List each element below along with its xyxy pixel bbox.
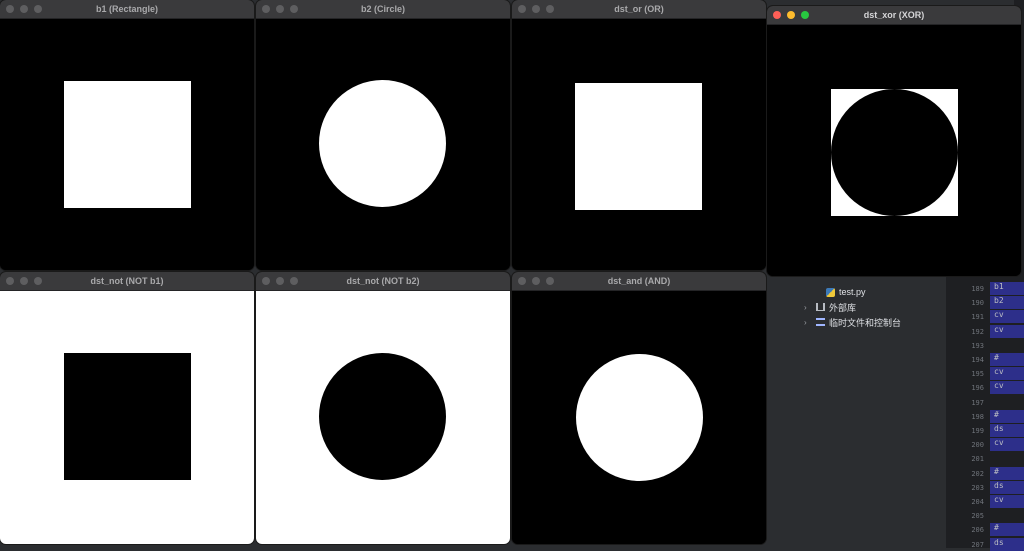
window-dst-xor-xor[interactable]: dst_xor (XOR)	[767, 6, 1021, 276]
code-line[interactable]: cv	[990, 367, 1024, 381]
code-line[interactable]	[990, 396, 1024, 409]
code-line[interactable]: cv	[990, 495, 1024, 508]
tree-item-label: test.py	[839, 287, 866, 297]
image-canvas	[512, 291, 766, 544]
python-file-icon	[826, 287, 835, 297]
code-line[interactable]: ds	[990, 424, 1024, 437]
window-title: dst_xor (XOR)	[863, 10, 925, 20]
line-number: 203	[971, 483, 984, 492]
window-b1-rectangle[interactable]: b1 (Rectangle)	[0, 0, 254, 270]
window-title: dst_or (OR)	[614, 4, 664, 14]
line-number-gutter: 189 190 191 192 193 194 195 196 197 198 199 200 201 2…	[946, 268, 990, 549]
window-title: dst_not (NOT b2)	[346, 276, 420, 286]
code-line[interactable]: #	[990, 523, 1024, 537]
library-icon	[816, 303, 825, 311]
window-title-bar[interactable]: b2 (Circle)	[256, 0, 510, 19]
tree-item-label: 临时文件和控制台	[829, 317, 902, 328]
line-number: 201	[971, 455, 984, 464]
window-title: b1 (Rectangle)	[95, 4, 158, 14]
window-title-bar[interactable]: dst_not (NOT b2)	[256, 272, 510, 291]
window-title-bar[interactable]: dst_xor (XOR)	[767, 6, 1021, 25]
line-number: 206	[971, 526, 984, 535]
circle-shape	[831, 89, 958, 216]
image-canvas	[512, 19, 766, 270]
code-line[interactable]: cv	[990, 381, 1024, 395]
line-number: 194	[971, 356, 984, 364]
tree-item-label: 外部库	[829, 302, 857, 313]
tree-item-external-libs[interactable]: › 外部库	[804, 299, 856, 315]
window-title-bar[interactable]: dst_not (NOT b1)	[0, 272, 254, 291]
circle-shape	[319, 353, 446, 480]
rectangle-shape	[575, 83, 702, 210]
console-icon	[816, 318, 825, 326]
code-line[interactable]	[990, 452, 1024, 465]
line-number: 204	[971, 498, 984, 506]
code-line[interactable]: b1	[990, 282, 1024, 295]
line-number: 199	[971, 427, 984, 435]
project-tree: test.py › 外部库 › 临时文件和控制台	[766, 268, 946, 548]
window-dst-and-and[interactable]: dst_and (AND)	[512, 272, 766, 544]
window-dst-not-not-b2[interactable]: dst_not (NOT b2)	[256, 272, 510, 544]
line-number: 207	[971, 540, 984, 549]
line-number: 190	[971, 299, 984, 308]
rectangle-shape	[64, 81, 191, 208]
ide-background: test.py › 外部库 › 临时文件和控制台 189 190 191 192 193…	[766, 268, 1024, 551]
code-line[interactable]	[990, 339, 1024, 352]
image-canvas	[0, 291, 254, 544]
code-line[interactable]: cv	[990, 324, 1024, 338]
window-title: dst_not (NOT b1)	[90, 276, 164, 286]
image-canvas	[256, 291, 510, 544]
tree-item-test-py[interactable]: test.py	[826, 284, 866, 300]
circle-shape	[319, 80, 446, 207]
code-line[interactable]: #	[990, 466, 1024, 480]
line-number: 196	[971, 384, 984, 393]
code-line[interactable]: cv	[990, 438, 1024, 452]
circle-shape	[576, 354, 703, 481]
window-dst-not-not-b1[interactable]: dst_not (NOT b1)	[0, 272, 254, 544]
code-editor[interactable]: b1 b2 cv cv # cv cv # ds cv # ds cv # ds	[990, 268, 1024, 551]
chevron-right-icon[interactable]: ›	[804, 318, 812, 327]
window-dst-or-or[interactable]: dst_or (OR)	[512, 0, 766, 270]
image-canvas	[767, 25, 1021, 276]
line-number: 191	[971, 313, 984, 322]
line-number: 200	[971, 441, 984, 450]
code-line[interactable]: ds	[990, 537, 1024, 551]
line-number: 189	[971, 285, 984, 293]
window-title-bar[interactable]: dst_and (AND)	[512, 272, 766, 291]
window-title: b2 (Circle)	[360, 4, 405, 14]
line-number: 193	[971, 341, 984, 350]
code-line[interactable]: cv	[990, 310, 1024, 324]
image-canvas	[256, 19, 510, 270]
line-number: 202	[971, 469, 984, 478]
chevron-right-icon[interactable]: ›	[804, 303, 812, 312]
tree-item-scratches[interactable]: › 临时文件和控制台	[804, 314, 901, 330]
line-number: 195	[971, 370, 984, 379]
window-b2-circle[interactable]: b2 (Circle)	[256, 0, 510, 270]
code-line[interactable]: #	[990, 353, 1024, 366]
window-title: dst_and (AND)	[607, 276, 671, 286]
line-number: 192	[971, 327, 984, 336]
code-line[interactable]: b2	[990, 296, 1024, 310]
rectangle-shape	[64, 353, 191, 480]
window-title-bar[interactable]: dst_or (OR)	[512, 0, 766, 19]
code-line[interactable]	[990, 509, 1024, 522]
line-number: 197	[971, 398, 984, 407]
line-number: 198	[971, 412, 984, 421]
window-title-bar[interactable]: b1 (Rectangle)	[0, 0, 254, 19]
line-number: 205	[971, 512, 984, 521]
code-line[interactable]: ds	[990, 480, 1024, 494]
image-canvas	[0, 19, 254, 270]
code-line[interactable]: #	[990, 409, 1024, 423]
